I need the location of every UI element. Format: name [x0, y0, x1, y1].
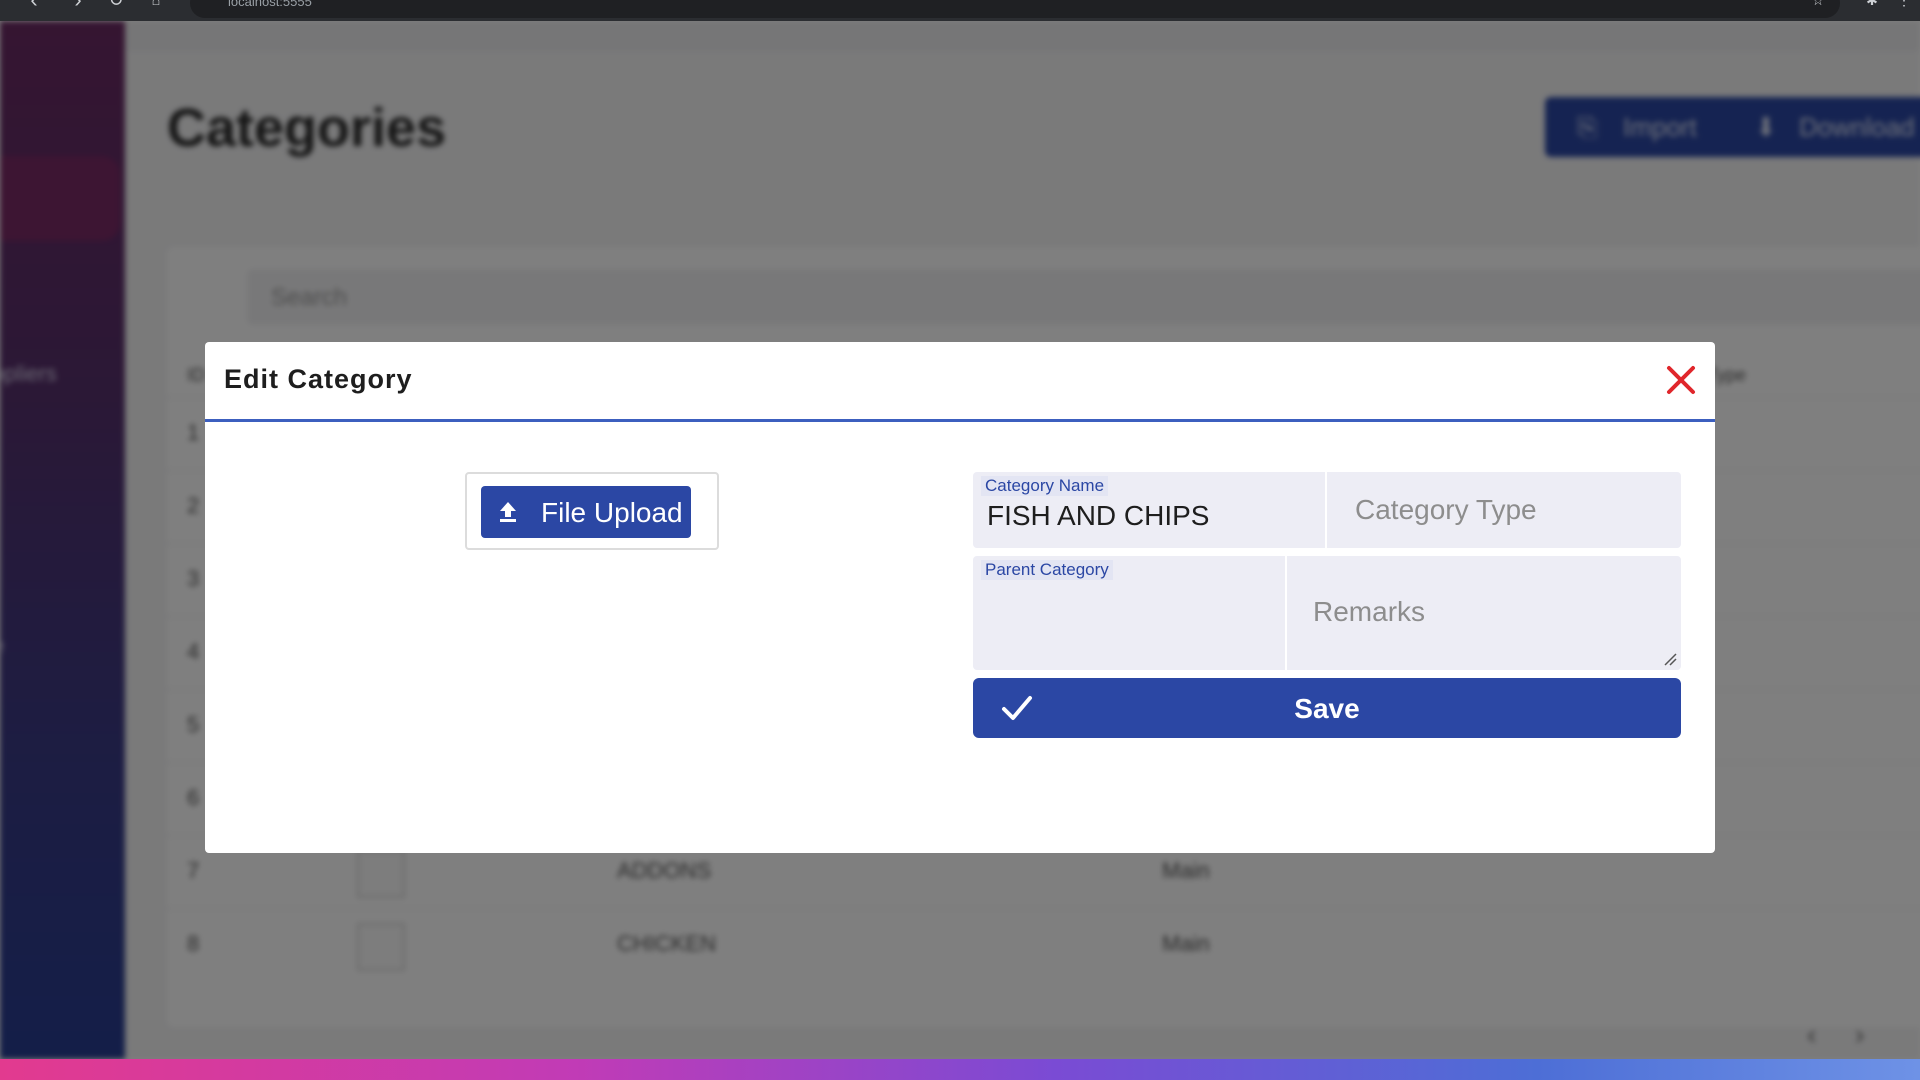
file-upload-label: File Upload: [541, 497, 683, 528]
category-name-label: Category Name: [981, 476, 1109, 496]
category-type-placeholder: Category Type: [1355, 494, 1537, 525]
bookmark-icon[interactable]: ☆: [1808, 0, 1828, 10]
home-icon[interactable]: ⌂: [146, 0, 166, 10]
browser-toolbar: ‹ › ↻ ⌂ localhost:5555 ☆ ✱ ⋮: [0, 0, 1920, 21]
category-fields-row: Category Name FISH AND CHIPS Category Ty…: [973, 472, 1681, 548]
forward-icon[interactable]: ›: [68, 0, 88, 11]
category-name-field[interactable]: Category Name FISH AND CHIPS: [973, 472, 1325, 548]
dialog-title: Edit Category: [224, 364, 413, 394]
save-label: Save: [1294, 693, 1360, 724]
dialog-header: Edit Category: [205, 342, 1715, 422]
menu-icon[interactable]: ⋮: [1894, 0, 1914, 10]
upload-icon: [500, 502, 516, 522]
back-icon[interactable]: ‹: [24, 0, 44, 11]
category-name-value: FISH AND CHIPS: [987, 500, 1210, 531]
remarks-textarea[interactable]: Remarks: [1287, 556, 1681, 670]
remarks-placeholder: Remarks: [1313, 596, 1426, 627]
resize-grip-icon[interactable]: [1663, 652, 1677, 666]
parent-category-label: Parent Category: [981, 560, 1113, 580]
address-bar-url: localhost:5555: [228, 0, 312, 9]
reload-icon[interactable]: ↻: [106, 0, 126, 10]
category-type-select[interactable]: Category Type: [1327, 472, 1681, 548]
file-upload-button[interactable]: File Upload: [481, 486, 691, 538]
file-upload-container: File Upload: [465, 472, 719, 550]
address-bar[interactable]: [190, 0, 1840, 18]
parent-remarks-row: Parent Category Remarks: [973, 556, 1681, 670]
bottom-gradient-bar: [0, 1059, 1920, 1080]
extensions-icon[interactable]: ✱: [1862, 0, 1882, 10]
close-icon[interactable]: [1663, 362, 1699, 398]
save-button[interactable]: Save: [973, 678, 1681, 738]
parent-category-field[interactable]: Parent Category: [973, 556, 1285, 670]
edit-category-dialog: Edit Category File Upload Category Name …: [205, 342, 1715, 853]
